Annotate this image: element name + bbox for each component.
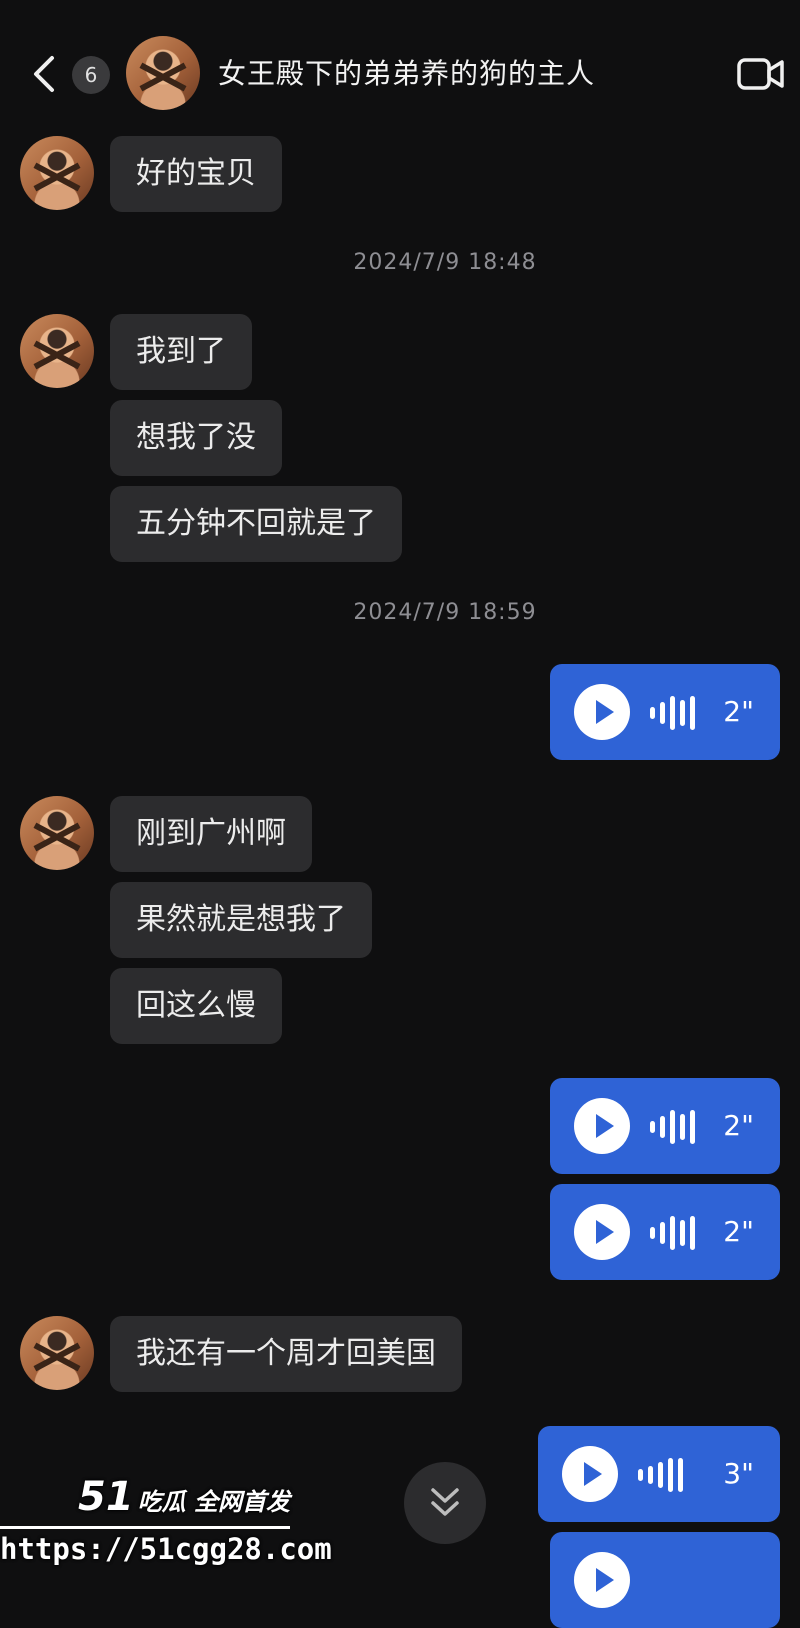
sender-avatar[interactable] <box>20 796 94 870</box>
sender-avatar[interactable] <box>20 1316 94 1390</box>
play-icon[interactable] <box>574 1204 630 1260</box>
waveform-icon <box>650 696 696 730</box>
watermark-divider <box>0 1526 290 1529</box>
message-bubble[interactable]: 回这么慢 <box>110 968 282 1044</box>
timestamp: 2024/7/9 18:59 <box>353 600 537 625</box>
message-bubble[interactable]: 想我了没 <box>110 400 282 476</box>
message-bubble[interactable]: 我还有一个周才回美国 <box>110 1316 462 1392</box>
message-bubble[interactable]: 五分钟不回就是了 <box>110 486 402 562</box>
waveform-icon <box>650 1110 696 1144</box>
play-icon[interactable] <box>574 684 630 740</box>
voice-message[interactable]: 2" <box>550 664 780 760</box>
play-icon[interactable] <box>574 1098 630 1154</box>
chat-header: 6 女王殿下的弟弟养的狗的主人 <box>0 0 800 120</box>
voice-message-partial[interactable] <box>550 1532 780 1628</box>
waveform-icon <box>638 1458 684 1492</box>
waveform-icon <box>650 1216 696 1250</box>
voice-duration: 2" <box>723 1109 754 1142</box>
message-bubble[interactable]: 果然就是想我了 <box>110 882 372 958</box>
voice-message[interactable]: 2" <box>550 1078 780 1174</box>
play-icon[interactable] <box>562 1446 618 1502</box>
voice-duration: 2" <box>723 1215 754 1248</box>
voice-duration: 3" <box>723 1457 754 1490</box>
watermark-text: 吃瓜 全网首发 <box>137 1488 291 1516</box>
message-bubble[interactable]: 好的宝贝 <box>110 136 282 212</box>
contact-avatar[interactable] <box>126 36 200 110</box>
sender-avatar[interactable] <box>20 314 94 388</box>
watermark-number: 51 <box>78 1474 134 1520</box>
video-call-icon[interactable] <box>736 54 786 94</box>
watermark-url: https://51cgg28.com <box>0 1532 332 1566</box>
voice-message[interactable]: 2" <box>550 1184 780 1280</box>
watermark-brand: 51 吃瓜 全网首发 <box>78 1474 290 1520</box>
double-chevron-down-icon <box>431 1488 459 1516</box>
back-chevron-icon[interactable] <box>28 52 62 96</box>
play-icon[interactable] <box>574 1552 630 1608</box>
sender-avatar[interactable] <box>20 136 94 210</box>
message-bubble[interactable]: 刚到广州啊 <box>110 796 312 872</box>
message-bubble[interactable]: 我到了 <box>110 314 252 390</box>
voice-message[interactable]: 3" <box>538 1426 780 1522</box>
scroll-to-bottom-button[interactable] <box>404 1462 486 1544</box>
timestamp: 2024/7/9 18:48 <box>353 250 537 275</box>
unread-badge: 6 <box>72 56 110 94</box>
chat-title[interactable]: 女王殿下的弟弟养的狗的主人 <box>218 52 595 92</box>
voice-duration: 2" <box>723 695 754 728</box>
